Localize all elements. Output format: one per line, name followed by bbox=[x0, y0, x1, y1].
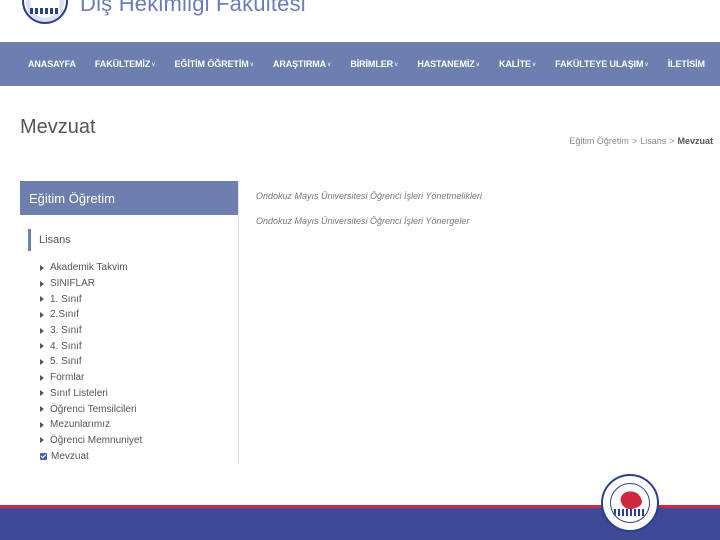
nav-item-fakulteye-ulasim[interactable]: FAKÜLTEYE ULAŞIM ∨ bbox=[555, 59, 649, 69]
sidebar-item-ogrenci-memnuniyet[interactable]: Öğrenci Memnuniyet bbox=[40, 433, 238, 449]
breadcrumb-item-lisans[interactable]: Lisans bbox=[640, 136, 666, 146]
caret-right-icon bbox=[40, 406, 44, 413]
chevron-down-icon: ∨ bbox=[394, 61, 399, 68]
link-ogrenci-isleri-yonetmelikleri[interactable]: Ondokuz Mayıs Üniversitesi Öğrenci İşler… bbox=[256, 191, 482, 201]
caret-right-icon bbox=[40, 311, 44, 318]
breadcrumb-item-egitim-ogretim[interactable]: Eğitim Öğretim bbox=[569, 136, 629, 146]
chevron-down-icon: ∨ bbox=[531, 61, 537, 68]
sidebar-item-2-sinif[interactable]: 2.Sınıf bbox=[40, 307, 238, 323]
university-seal bbox=[601, 474, 659, 532]
nav-item-fakultemiz[interactable]: FAKÜLTEMİZ ∨ bbox=[95, 59, 156, 69]
nav-item-birimler[interactable]: BİRİMLER ∨ bbox=[350, 59, 398, 69]
sidebar-item-ogrenci-temsilcileri[interactable]: Öğrenci Temsilcileri bbox=[40, 401, 238, 417]
caret-right-icon bbox=[40, 421, 44, 428]
nav-item-iletisim[interactable]: İLETİSİM bbox=[668, 59, 705, 69]
caret-right-icon bbox=[40, 390, 44, 397]
chevron-down-icon: ∨ bbox=[249, 61, 254, 68]
caret-right-icon bbox=[40, 327, 44, 334]
sidebar-item-formlar[interactable]: Formlar bbox=[40, 370, 238, 386]
sidebar-item-mevzuat[interactable]: Mevzuat bbox=[40, 448, 238, 464]
caret-right-icon bbox=[40, 374, 44, 381]
nav-item-arastirma[interactable]: ARAŞTIRMA ∨ bbox=[273, 59, 332, 69]
caret-right-icon bbox=[40, 358, 44, 365]
sidebar-item-sinif-listeleri[interactable]: Sınıf Listeleri bbox=[40, 386, 238, 402]
sidebar-item-akademik-takvim[interactable]: Akademik Takvim bbox=[40, 260, 238, 276]
sidebar-item-1-sinif[interactable]: 1. Sınıf bbox=[40, 291, 238, 307]
nav-item-hastanemiz[interactable]: HASTANEMİZ ∨ bbox=[417, 59, 480, 69]
sidebar-header: Eğitim Öğretim bbox=[20, 181, 238, 215]
main-nav: ANASAYFA FAKÜLTEMİZ ∨ EĞİTİM ÖĞRETİM ∨ ARA… bbox=[0, 42, 720, 86]
link-ogrenci-isleri-yonergeler[interactable]: Ondokuz Mayıs Üniversitesi Öğrenci İşler… bbox=[256, 216, 482, 226]
university-logo[interactable] bbox=[22, 0, 68, 24]
chevron-down-icon: ∨ bbox=[151, 61, 156, 68]
nav-item-kalite[interactable]: KALİTE ∨ bbox=[499, 59, 536, 69]
caret-right-icon bbox=[40, 437, 44, 444]
caret-right-icon bbox=[40, 296, 44, 303]
nav-item-anasayfa[interactable]: ANASAYFA bbox=[28, 59, 76, 69]
breadcrumb-separator: > bbox=[669, 136, 675, 146]
sidebar: Eğitim Öğretim Lisans Akademik Takvim SI… bbox=[20, 181, 239, 464]
chevron-down-icon: ∨ bbox=[327, 61, 332, 68]
sidebar-item-5-sinif[interactable]: 5. Sınıf bbox=[40, 354, 238, 370]
nav-item-egitim-ogretim[interactable]: EĞİTİM ÖĞRETİM ∨ bbox=[175, 59, 255, 69]
caret-right-icon bbox=[40, 264, 44, 271]
sidebar-group-lisans[interactable]: Lisans bbox=[28, 229, 238, 251]
sidebar-list: Akademik Takvim SINIFLAR 1. Sınıf 2.Sını… bbox=[40, 260, 238, 464]
caret-right-icon bbox=[40, 280, 44, 287]
chevron-down-icon: ∨ bbox=[475, 61, 480, 68]
site-header: Diş Hekimliği Fakültesi bbox=[0, 0, 720, 42]
breadcrumb: Eğitim Öğretim > Lisans > Mevzuat bbox=[569, 136, 713, 146]
page-title: Mevzuat bbox=[20, 116, 96, 138]
breadcrumb-separator: > bbox=[631, 136, 638, 146]
checkbox-checked-icon bbox=[40, 452, 47, 460]
site-title[interactable]: Diş Hekimliği Fakültesi bbox=[80, 0, 306, 17]
main-content: Ondokuz Mayıs Üniversitesi Öğrenci İşler… bbox=[256, 191, 482, 241]
breadcrumb-item-current: Mevzuat bbox=[677, 136, 713, 146]
sea-waves-icon bbox=[614, 509, 646, 516]
sidebar-item-siniflar[interactable]: SINIFLAR bbox=[40, 276, 238, 292]
chevron-down-icon: ∨ bbox=[644, 61, 649, 68]
caret-right-icon bbox=[40, 343, 44, 350]
sidebar-item-4-sinif[interactable]: 4. Sınıf bbox=[40, 338, 238, 354]
sidebar-item-mezunlarimiz[interactable]: Mezunlarımız bbox=[40, 417, 238, 433]
sidebar-item-3-sinif[interactable]: 3. Sınıf bbox=[40, 323, 238, 339]
